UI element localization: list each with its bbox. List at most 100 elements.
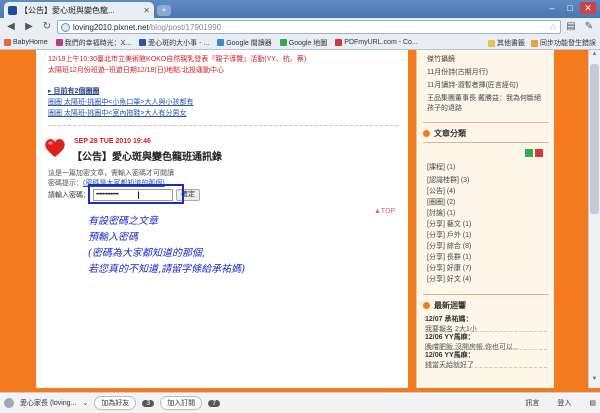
bookmark-item[interactable]: Google 地圖 [279,38,327,48]
circle-line[interactable]: 圈圈 太陽班-挑圈中<小魚口罩>大人與小孩都有 [48,97,193,107]
back-to-top-link[interactable]: ▲TOP [374,208,395,215]
bookmark-item[interactable]: PDFmyURL.com - Co... [335,39,418,46]
warning-icon [531,39,538,47]
sidebar-rule [423,294,549,295]
highlight-box [88,184,184,204]
browser-tab[interactable]: 【公告】愛心斑與變色龍... ✕ [4,2,154,18]
menu-icon[interactable]: ▤ [589,399,596,407]
category-item[interactable]: [課程] (1) [427,162,455,172]
forward-icon[interactable]: ▶ [21,20,37,34]
site-favicon-icon [8,5,17,15]
login-button[interactable]: 登入 [557,398,571,408]
expand-icon[interactable]: ⌄ [82,399,88,407]
bookmark-star-icon[interactable]: ☆ [549,22,557,33]
sidebar-link[interactable]: 11月份詩(古期月行) [427,67,488,77]
reload-icon[interactable]: ↻ [39,20,55,34]
close-window-button[interactable]: ✕ [580,2,596,14]
browser-toolbar: ◀ ▶ ↻ loving2010.pixnet.net /blog/post/1… [0,18,600,36]
page-scrollbar[interactable]: ▲ ▼ [588,50,600,388]
post-date: SEP 28 TUE 2010 19:46 [74,138,151,145]
other-bookmarks[interactable]: 其他書籤 [488,38,525,48]
toolbar-right: 訊言 登入 ▤ [525,398,596,408]
scroll-down-icon[interactable]: ▼ [590,376,599,386]
bookmarks-bar: BabyHome 我們的幸福時光：X... 愛心斑的大小事 - ... Goog… [0,36,600,50]
comment-item[interactable]: 12/06 YY馬麻： 錢當天給就好了 [425,350,547,369]
friend-count: 3 [142,399,155,407]
sidebar: 傑竹攝鏡 11月份詩(古期月行) 11月讀詩-澀暫者揮(匠言經句) 王品集團董事… [416,50,554,388]
close-tab-icon[interactable]: ✕ [143,6,150,15]
bullet-icon [423,130,430,137]
page-viewport: 12/19上午10:30臺北市立美術館KOKO自然親乳發表『親子導覽』活動(YY… [0,50,600,388]
scroll-thumb[interactable] [590,64,599,214]
sync-error[interactable]: 同步功能發生錯誤 [531,38,596,48]
comment-item[interactable]: 12/06 YY馬麻： 晚嚐肥飯,沒開房帳,你也可以... [425,332,547,351]
categories-heading: 文章分類 [423,128,466,139]
url-host: loving2010.pixnet.net [73,22,149,32]
scroll-up-icon[interactable]: ▲ [590,51,599,61]
new-tab-button[interactable]: + [157,5,171,16]
address-bar[interactable]: loving2010.pixnet.net /blog/post/1790199… [57,20,561,34]
divider [48,125,398,126]
category-item[interactable]: [公告] (4) [427,186,455,196]
password-label: 請輸入密碼： [48,192,90,199]
maximize-button[interactable]: □ [562,2,578,14]
collapse-icon[interactable] [535,149,543,157]
sidebar-link[interactable]: 孩子的退路 [427,103,462,113]
category-item[interactable]: [認識桂群] (3) [427,175,469,185]
event-line: 太陽班12月份班遊~班遊日期12/18(日)地點:北投運動中心 [48,67,224,74]
bookmark-item[interactable]: 愛心斑的大小事 - ... [139,38,209,48]
globe-icon [61,22,70,32]
annotation-line: (密碼為大家都知道的那個, [88,248,206,259]
category-item[interactable]: [分享] 長群 (1) [427,252,471,262]
category-item[interactable]: [分享] 戶外 (1) [427,230,471,240]
bookmark-favicon-icon [55,39,63,46]
sidebar-rule [423,142,549,143]
folder-icon [488,39,495,47]
wrench-icon[interactable]: ✎ [581,20,597,34]
profile-name[interactable]: 愛心家長 (loving... [20,398,76,408]
subscribe-count: 7 [208,399,221,407]
bookmark-favicon-icon [139,39,147,46]
comments-heading: 最新迴響 [423,300,466,311]
annotation-line: 若您真的不知道,請留字條給承祐媽) [88,264,246,275]
handwritten-annotation: 有設密碼之文章 預輸入密碼 (密碼為大家都知道的那個, 若您真的不知道,請留字條… [88,214,245,278]
bookmark-favicon-icon [335,39,343,46]
annotation-line: 有設密碼之文章 [88,216,158,227]
category-item[interactable]: [分享] 好康 (7) [427,263,471,273]
add-friend-button[interactable]: 加為好友 [94,396,137,410]
category-item[interactable]: [分享] 綜合 (8) [427,241,471,251]
category-item[interactable]: [分享] 好文 (4) [427,274,471,284]
circle-line[interactable]: 圈圈 太陽班-挑圈中<室內拖鞋>大人有分男女 [48,108,186,118]
sidebar-link[interactable]: 傑竹攝鏡 [427,54,455,64]
comment-item[interactable]: 12/07 承祐媽： 我要報名 2大1小 [425,314,547,333]
back-icon[interactable]: ◀ [3,20,19,34]
user-avatar-icon[interactable] [4,398,14,408]
subscribe-button[interactable]: 加入訂閱 [160,396,203,410]
category-tools [525,149,543,157]
blog-toolbar: 愛心家長 (loving... ⌄ 加為好友 3 加入訂閱 7 訊言 登入 ▤ [0,392,600,413]
sidebar-link[interactable]: 王品集團董事長 戴勝益：我為何斷絕 [427,93,541,103]
bookmark-item[interactable]: Google 閱讀器 [217,38,272,48]
section-heading[interactable]: ▸ 目前有2個圈圈 [48,86,99,96]
comment-list: 12/07 承祐媽： 我要報名 2大1小 12/06 YY馬麻： 晚嚐肥飯,沒開… [425,314,547,369]
bookmark-favicon-icon [217,39,225,46]
post-title[interactable]: 【公告】愛心斑與變色龍班通訊錄 [72,148,222,163]
bookmark-item[interactable]: BabyHome [4,39,48,46]
minimize-button[interactable]: – [544,2,560,14]
bookmark-favicon-icon [4,39,11,46]
expand-icon[interactable] [525,149,533,157]
category-item[interactable]: [討論] (1) [427,208,455,218]
bookmark-favicon-icon [279,39,287,46]
event-line: 12/19上午10:30臺北市立美術館KOKO自然親乳發表『親子導覽』活動(YY… [48,56,307,63]
sidebar-link[interactable]: 11月讀詩-澀暫者揮(匠言經句) [427,80,518,90]
page-menu-icon[interactable]: ▤ [563,20,579,34]
bookmarks-right: 其他書籤 同步功能發生錯誤 [484,36,596,49]
tab-title: 【公告】愛心斑與變色龍... [20,5,115,15]
window-titlebar: 【公告】愛心斑與變色龍... ✕ + – □ ✕ [0,0,600,18]
heart-icon [45,139,65,157]
category-item[interactable]: [分享] 藝文 (1) [427,219,471,229]
category-item[interactable]: [圈圈] (2) [427,197,455,207]
sidebar-rule [423,122,549,123]
message-button[interactable]: 訊言 [525,398,539,408]
bookmark-item[interactable]: 我們的幸福時光：X... [55,38,131,48]
